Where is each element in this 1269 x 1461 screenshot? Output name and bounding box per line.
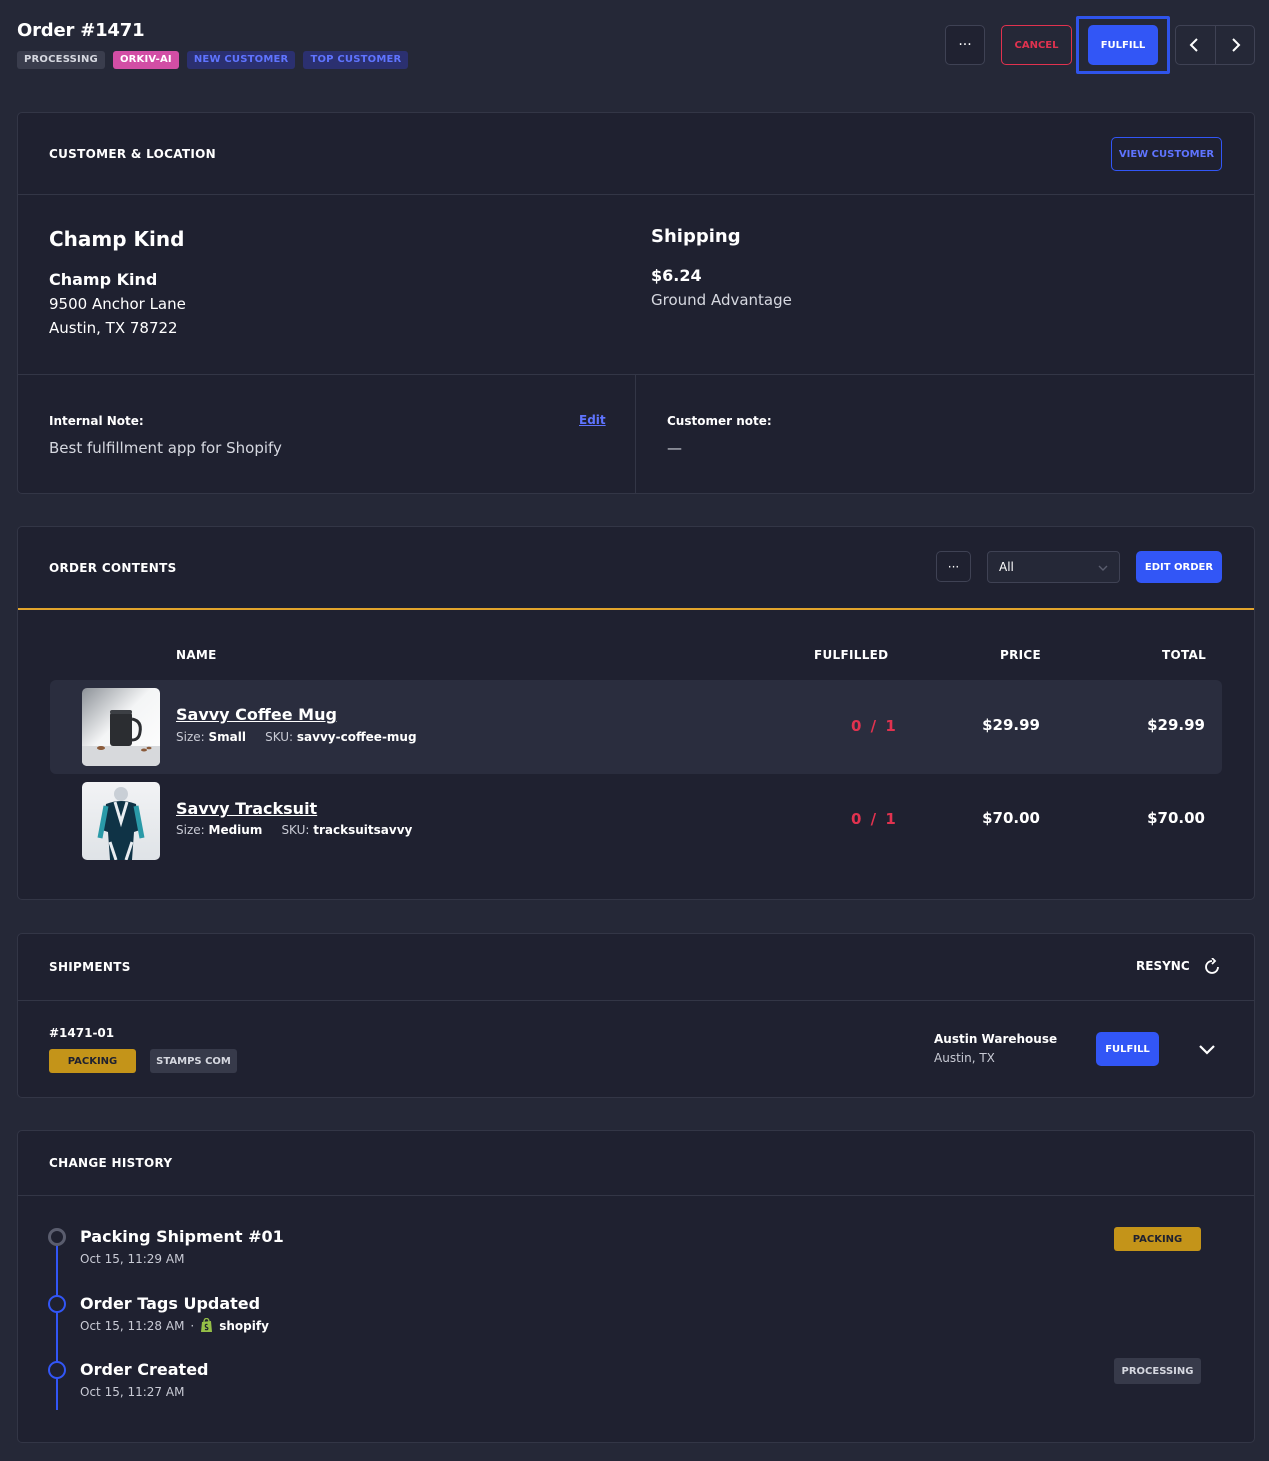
- column-header-total: TOTAL: [1162, 648, 1207, 662]
- shipment-fulfill-button[interactable]: FULFILL: [1096, 1032, 1159, 1066]
- tag-new-customer[interactable]: NEW CUSTOMER: [186, 51, 296, 69]
- filter-select-value: All: [999, 560, 1014, 574]
- status-tag-processing: PROCESSING: [17, 51, 105, 69]
- table-row: Savvy Tracksuit Size: Medium SKU: tracks…: [50, 774, 1222, 868]
- column-header-price: PRICE: [1000, 648, 1042, 662]
- chevron-down-icon[interactable]: [1198, 1044, 1216, 1056]
- fulfill-button[interactable]: FULFILL: [1088, 25, 1158, 65]
- address-name: Champ Kind: [49, 270, 158, 289]
- sku-label: SKU:: [281, 823, 310, 837]
- event-time: Oct 15, 11:28 AM: [80, 1318, 185, 1333]
- product-meta: Size: Small SKU: savvy-coffee-mug: [176, 730, 417, 744]
- customer-note-text: —: [667, 439, 682, 457]
- tag-orkiv-ai[interactable]: ORKIV-AI: [112, 51, 179, 69]
- timeline-dot: [48, 1361, 66, 1379]
- column-header-fulfilled: FULFILLED: [814, 648, 889, 662]
- size-label: Size:: [176, 823, 205, 837]
- event-time: Oct 15, 11:27 AM: [80, 1385, 185, 1399]
- warehouse-location: Austin, TX: [934, 1051, 995, 1065]
- internal-note-text: Best fulfillment app for Shopify: [49, 439, 282, 457]
- customer-location-card: CUSTOMER & LOCATION VIEW CUSTOMER Champ …: [17, 112, 1255, 494]
- cancel-button[interactable]: CANCEL: [1001, 25, 1072, 65]
- section-title: ORDER CONTENTS: [49, 561, 177, 575]
- previous-order-button[interactable]: [1176, 26, 1215, 64]
- chevron-right-icon: [1232, 38, 1241, 52]
- size-label: Size:: [176, 730, 205, 744]
- shipments-card: SHIPMENTS RESYNC #1471-01 PACKING STAMPS…: [17, 933, 1255, 1098]
- chevron-down-icon: [1098, 565, 1108, 571]
- address-line2: Austin, TX 78722: [49, 319, 178, 337]
- item-price: $29.99: [982, 716, 1040, 734]
- edit-order-button[interactable]: EDIT ORDER: [1136, 551, 1222, 583]
- card-header: SHIPMENTS RESYNC: [18, 934, 1254, 1001]
- item-total: $70.00: [1147, 809, 1205, 827]
- section-title: CUSTOMER & LOCATION: [49, 147, 216, 161]
- product-meta: Size: Medium SKU: tracksuitsavvy: [176, 823, 412, 837]
- timeline-dot: [48, 1295, 66, 1313]
- customer-note-label: Customer note:: [667, 414, 772, 428]
- item-total: $29.99: [1147, 716, 1205, 734]
- order-tags: PROCESSING ORKIV-AI NEW CUSTOMER TOP CUS…: [17, 51, 409, 69]
- separator-dot: ·: [190, 1318, 195, 1333]
- fulfilled-count: 0 / 1: [851, 810, 898, 828]
- timeline-dot: [48, 1228, 66, 1246]
- event-status-badge: PACKING: [1114, 1227, 1201, 1251]
- divider: [18, 374, 1254, 375]
- order-navigation: [1175, 25, 1255, 65]
- divider: [635, 374, 636, 494]
- view-customer-button[interactable]: VIEW CUSTOMER: [1111, 137, 1222, 171]
- tracksuit-image-icon: [97, 787, 145, 860]
- chevron-left-icon: [1189, 38, 1198, 52]
- section-title: CHANGE HISTORY: [49, 1156, 173, 1170]
- carrier-badge: STAMPS COM: [150, 1049, 237, 1073]
- event-meta: Oct 15, 11:28 AM · shopify: [80, 1318, 269, 1333]
- section-title: SHIPMENTS: [49, 960, 131, 974]
- event-title: Order Created: [80, 1360, 209, 1379]
- card-header: ORDER CONTENTS ··· All EDIT ORDER: [18, 527, 1254, 610]
- product-name-link[interactable]: Savvy Tracksuit: [176, 799, 317, 818]
- event-title: Order Tags Updated: [80, 1294, 261, 1313]
- fulfilled-count: 0 / 1: [851, 717, 898, 735]
- tag-top-customer[interactable]: TOP CUSTOMER: [303, 51, 409, 69]
- shopify-icon: [201, 1318, 213, 1332]
- item-price: $70.00: [982, 809, 1040, 827]
- sku-value: tracksuitsavvy: [313, 823, 413, 837]
- change-history-card: CHANGE HISTORY: [17, 1130, 1255, 1443]
- column-header-name: NAME: [176, 648, 217, 662]
- event-source: shopify: [219, 1318, 269, 1333]
- product-thumbnail-mug[interactable]: [82, 688, 160, 766]
- shipment-status-badge: PACKING: [49, 1049, 136, 1073]
- event-time: Oct 15, 11:29 AM: [80, 1252, 185, 1266]
- card-header: CHANGE HISTORY: [18, 1131, 1254, 1196]
- more-actions-button[interactable]: ···: [945, 25, 985, 65]
- shipping-method: Ground Advantage: [651, 291, 792, 309]
- resync-icon[interactable]: [1204, 958, 1220, 976]
- edit-internal-note-link[interactable]: Edit: [579, 413, 606, 427]
- customer-name: Champ Kind: [49, 227, 185, 251]
- shipping-price: $6.24: [651, 266, 702, 285]
- timeline-line: [56, 1240, 58, 1410]
- internal-note-label: Internal Note:: [49, 414, 144, 428]
- address-line1: 9500 Anchor Lane: [49, 295, 186, 313]
- mug-image-icon: [82, 710, 160, 766]
- event-title: Packing Shipment #01: [80, 1227, 284, 1246]
- sku-label: SKU:: [265, 730, 294, 744]
- shipment-id: #1471-01: [49, 1026, 115, 1040]
- size-value: Medium: [208, 823, 263, 837]
- order-contents-card: ORDER CONTENTS ··· All EDIT ORDER NAME F…: [17, 526, 1255, 900]
- size-value: Small: [208, 730, 246, 744]
- product-name-link[interactable]: Savvy Coffee Mug: [176, 705, 337, 724]
- card-header: CUSTOMER & LOCATION VIEW CUSTOMER: [18, 113, 1254, 195]
- product-thumbnail-tracksuit[interactable]: [82, 782, 160, 860]
- shipping-title: Shipping: [651, 226, 741, 247]
- sku-value: savvy-coffee-mug: [296, 730, 417, 744]
- warehouse-name: Austin Warehouse: [934, 1032, 1058, 1046]
- page-title: Order #1471: [17, 20, 145, 41]
- table-row: Savvy Coffee Mug Size: Small SKU: savvy-…: [50, 680, 1222, 774]
- order-contents-more-button[interactable]: ···: [936, 551, 971, 582]
- event-status-badge: PROCESSING: [1114, 1358, 1201, 1384]
- resync-button[interactable]: RESYNC: [1136, 959, 1190, 973]
- filter-select[interactable]: All: [987, 551, 1120, 583]
- next-order-button[interactable]: [1214, 26, 1255, 64]
